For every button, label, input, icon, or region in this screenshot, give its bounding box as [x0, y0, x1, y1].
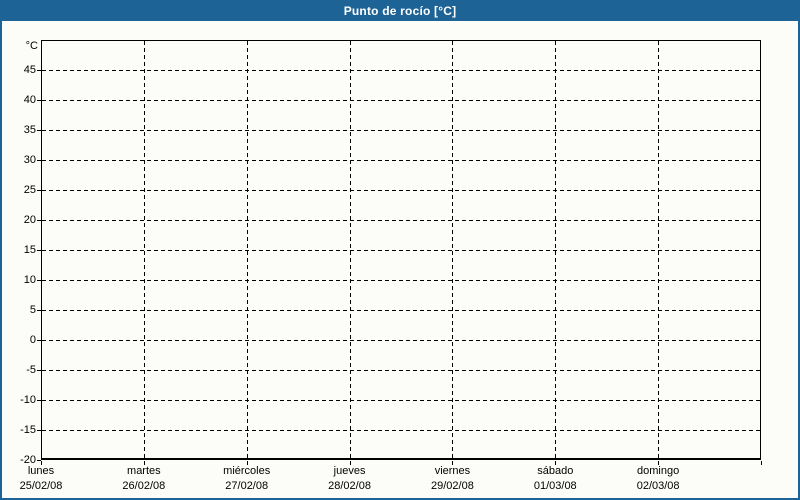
h-gridline — [42, 430, 760, 431]
h-gridline — [42, 100, 760, 101]
v-gridline — [349, 41, 351, 458]
y-tick-mark — [37, 250, 41, 251]
h-gridline — [42, 340, 760, 341]
x-tick-mark — [247, 461, 248, 465]
y-tick-label: -10 — [20, 394, 36, 406]
chart-window: Punto de rocío [°C] °C 45 40 35 30 25 20 15 10 5… — [0, 0, 800, 500]
v-gridline — [658, 41, 660, 458]
h-gridline — [42, 220, 760, 221]
y-tick-mark — [37, 400, 41, 401]
x-axis-date-label: 02/03/08 — [636, 480, 680, 492]
h-gridline — [42, 280, 760, 281]
x-tick-mark — [350, 461, 351, 465]
y-tick-label: 0 — [29, 334, 36, 346]
y-tick-label: 15 — [23, 244, 36, 256]
v-gridline — [246, 41, 248, 458]
y-tick-label: 35 — [23, 124, 36, 136]
x-tick-mark — [144, 461, 145, 465]
x-tick-mark — [761, 461, 762, 465]
y-tick-mark — [37, 70, 41, 71]
y-tick-label: -5 — [26, 364, 36, 376]
h-gridline — [42, 160, 760, 161]
v-gridline — [452, 41, 454, 458]
x-axis-day-label: jueves — [333, 465, 366, 477]
x-tick-mark — [452, 461, 453, 465]
y-tick-label: 10 — [23, 274, 36, 286]
y-tick-mark — [37, 160, 41, 161]
y-tick-label: 45 — [23, 64, 36, 76]
y-tick-label: 25 — [23, 184, 36, 196]
x-axis-date-label: 25/02/08 — [19, 480, 63, 492]
x-axis-date-label: 01/03/08 — [533, 480, 577, 492]
x-tick-mark — [555, 461, 556, 465]
h-gridline — [42, 70, 760, 71]
y-tick-label: -15 — [20, 424, 36, 436]
y-axis-unit-label: °C — [25, 40, 38, 52]
x-tick-mark — [658, 461, 659, 465]
y-tick-mark — [37, 340, 41, 341]
y-tick-label: 5 — [29, 304, 36, 316]
x-tick-mark — [41, 461, 42, 465]
y-tick-label: 40 — [23, 94, 36, 106]
h-gridline — [42, 130, 760, 131]
x-axis-day-label: miércoles — [223, 465, 271, 477]
x-axis-day-label: lunes — [27, 465, 55, 477]
y-tick-mark — [37, 280, 41, 281]
y-tick-mark — [37, 370, 41, 371]
y-tick-mark — [37, 220, 41, 221]
x-axis-day-label: martes — [127, 465, 161, 477]
title-bar: Punto de rocío [°C] — [0, 0, 800, 21]
h-gridline — [42, 310, 760, 311]
y-tick-mark — [37, 310, 41, 311]
chart-canvas: °C 45 40 35 30 25 20 15 10 5 0 -5 -10 -15 -20 lunes 25/… — [0, 0, 800, 500]
x-axis-date-label: 27/02/08 — [225, 480, 269, 492]
x-axis-date-label: 28/02/08 — [328, 480, 371, 492]
y-tick-mark — [37, 430, 41, 431]
x-axis-day-label: viernes — [434, 465, 471, 477]
h-gridline — [42, 400, 760, 401]
y-tick-label: 20 — [23, 214, 36, 226]
h-gridline — [42, 370, 760, 371]
y-tick-mark — [37, 100, 41, 101]
x-axis-day-label: domingo — [637, 465, 680, 477]
v-gridline — [555, 41, 557, 458]
y-tick-label: 30 — [23, 154, 36, 166]
x-axis-day-label: sábado — [537, 465, 574, 477]
h-gridline — [42, 190, 760, 191]
h-gridline — [42, 250, 760, 251]
y-tick-mark — [37, 130, 41, 131]
plot-area — [41, 40, 761, 460]
chart-title: Punto de rocío [°C] — [343, 3, 457, 18]
x-axis-date-label: 29/02/08 — [431, 480, 474, 492]
x-axis-date-label: 26/02/08 — [122, 480, 166, 492]
v-gridline — [143, 41, 145, 458]
y-tick-mark — [37, 190, 41, 191]
